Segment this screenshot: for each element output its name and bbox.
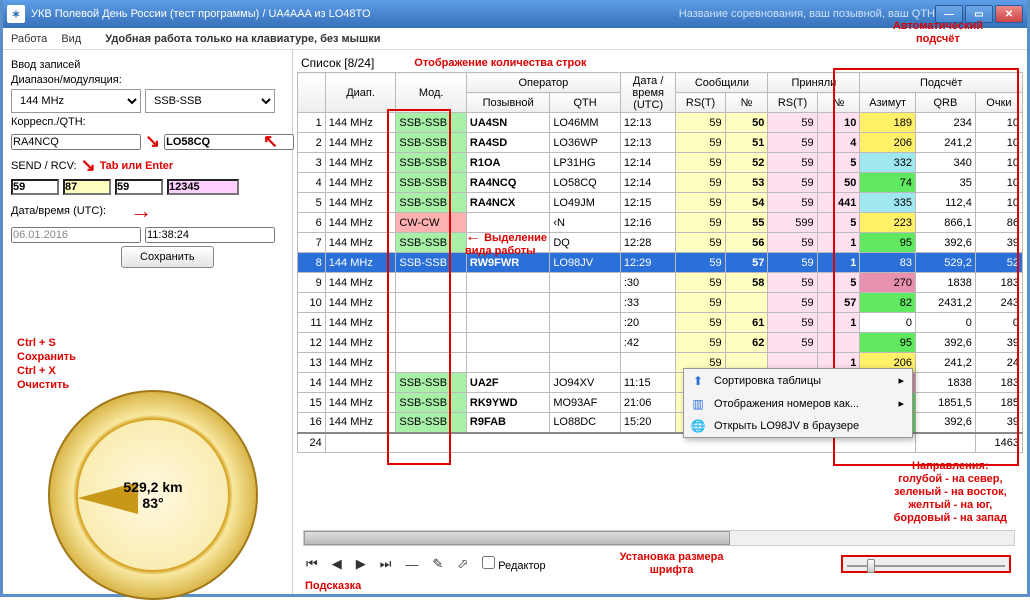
table-total-row: 241463 (298, 433, 1023, 453)
right-panel: Список [8/24] Отображение количества стр… (293, 50, 1027, 594)
editor-checkbox[interactable]: Редактор (482, 556, 545, 572)
menu-work[interactable]: Работа (11, 33, 47, 45)
arrow-icon: ↘ (145, 131, 160, 152)
autocalc-hint: Автоматический подсчёт (893, 20, 983, 46)
mod-highlight-hint: ← Выделение вида работы (465, 230, 547, 258)
compass: 529,2 km 83° (48, 390, 258, 600)
tool-minus-button[interactable]: — (405, 557, 418, 572)
ctx-numbers[interactable]: ▥ Отображения номеров как...▸ (684, 392, 912, 415)
table-row[interactable]: 6144 MHzCW-CW‹N12:1659555995223866,186 (298, 213, 1023, 233)
tab-hint: Tab или Enter (100, 160, 173, 172)
corr-label: Корресп./QTH: (11, 116, 284, 128)
table-row[interactable]: 16144 MHzSSB-SSBR9FABLO88DC15:2095392,63… (298, 413, 1023, 433)
table-row[interactable]: 15144 MHzSSB-SSBRK9YWDMO93AF21:065961851… (298, 393, 1023, 413)
slider-thumb[interactable] (867, 559, 875, 573)
table-row[interactable]: 13144 MHz591206241,224 (298, 353, 1023, 373)
arrow-icon: → (130, 198, 152, 224)
table-row[interactable]: 9144 MHz:3059585952701838183 (298, 273, 1023, 293)
table-row[interactable]: 2144 MHzSSB-SSBRA4SDLO36WP12:13595159420… (298, 133, 1023, 153)
save-button[interactable]: Сохранить (121, 246, 214, 268)
log-table[interactable]: Диап. Мод. Оператор Дата / время (UTC) С… (297, 72, 1023, 453)
table-row[interactable]: 3144 MHzSSB-SSBR1OALP31HG12:145952595332… (298, 153, 1023, 173)
compass-bearing: 83° (142, 495, 163, 511)
menu-hint: Удобная работа только на клавиатуре, без… (105, 33, 380, 45)
time-input[interactable] (145, 227, 275, 243)
datetime-label: Дата/время (UTC): (11, 205, 106, 217)
font-size-hint: Установка размера шрифта (620, 551, 724, 577)
modulation-select[interactable]: SSB-SSB (145, 89, 275, 113)
direction-legend: Направления: голубой - на север, зеленый… (894, 460, 1007, 525)
tool-cursor-button[interactable]: ⬀ (457, 556, 468, 572)
nav-next-button[interactable]: ▶ (356, 556, 366, 572)
table-row[interactable]: 1144 MHzSSB-SSBUA4SNLO46MM12:13595059101… (298, 113, 1023, 133)
table-row[interactable]: 10144 MHz:33595957822431,2243 (298, 293, 1023, 313)
band-label: Диапазон/модуляция: (11, 74, 284, 86)
arrow-icon: ↘ (81, 155, 96, 176)
table-row[interactable]: 4144 MHzSSB-SSBRA4NCQLO58CQ12:1459535950… (298, 173, 1023, 193)
list-title: Список [8/24] (301, 56, 374, 70)
list-count-hint: Отображение количества строк (414, 57, 586, 69)
left-panel: Ввод записей Диапазон/модуляция: 144 MHz… (3, 50, 293, 594)
callsign-input[interactable] (11, 134, 141, 150)
close-button[interactable]: ✕ (995, 5, 1023, 23)
table-row[interactable]: 5144 MHzSSB-SSBRA4NCXLO49JM12:1559545944… (298, 193, 1023, 213)
bottom-toolbar: ⏮ ◀ ▶ ⏭ — ✎ ⬀ Редактор Установка размера… (298, 550, 1019, 578)
globe-icon: 🌐 (690, 418, 706, 434)
context-menu: ⬆ Сортировка таблицы▸ ▥ Отображения номе… (683, 368, 913, 438)
table-row[interactable]: 12144 MHz:4259625995392,639 (298, 333, 1023, 353)
tool-draw-button[interactable]: ✎ (432, 556, 443, 572)
date-input[interactable] (11, 227, 141, 243)
table-row[interactable]: 14144 MHzSSB-SSBUA2FJO94XV11:15270183818… (298, 373, 1023, 393)
no-sent-input[interactable] (63, 179, 111, 195)
bars-icon: ▥ (690, 396, 706, 412)
title-hint: Название соревнования, ваш позывной, ваш… (679, 8, 935, 20)
nav-last-button[interactable]: ⏭ (380, 556, 392, 572)
ctx-sort[interactable]: ⬆ Сортировка таблицы▸ (684, 369, 912, 392)
no-rcvd-input[interactable] (167, 179, 239, 195)
table-row[interactable]: 11144 MHz:205961591000 (298, 313, 1023, 333)
sort-icon: ⬆ (690, 373, 706, 389)
compass-distance: 529,2 km (123, 479, 182, 495)
arrow-icon: ↖ (263, 131, 278, 152)
sendrcv-label: SEND / RCV: (11, 160, 77, 172)
table-row[interactable]: 7144 MHzSSB-SSBDQ12:28595659195392,639 (298, 233, 1023, 253)
nav-prev-button[interactable]: ◀ (332, 556, 342, 572)
menu-view[interactable]: Вид (61, 33, 81, 45)
nav-first-button[interactable]: ⏮ (306, 556, 318, 572)
font-size-slider[interactable] (841, 555, 1011, 573)
table-scrollbar[interactable] (303, 530, 1015, 546)
table-row[interactable]: 8144 MHzSSB-SSBRW9FWRLO98JV12:2959575918… (298, 253, 1023, 273)
app-icon: ✶ (7, 5, 25, 23)
rst-rcvd-input[interactable] (115, 179, 163, 195)
band-select[interactable]: 144 MHz (11, 89, 141, 113)
scrollbar-thumb[interactable] (304, 531, 730, 545)
input-header: Ввод записей (11, 59, 284, 71)
hint-label: Подсказка (305, 580, 361, 592)
titlebar: ✶ УКВ Полевой День России (тест программ… (3, 0, 1027, 28)
shortcut-hint: Ctrl + S Сохранить Ctrl + X Очистить (17, 336, 76, 392)
ctx-open-browser[interactable]: 🌐 Открыть LO98JV в браузере (684, 415, 912, 437)
rst-sent-input[interactable] (11, 179, 59, 195)
window-title: УКВ Полевой День России (тест программы)… (31, 8, 659, 20)
menubar: Работа Вид Удобная работа только на клав… (3, 28, 1027, 50)
